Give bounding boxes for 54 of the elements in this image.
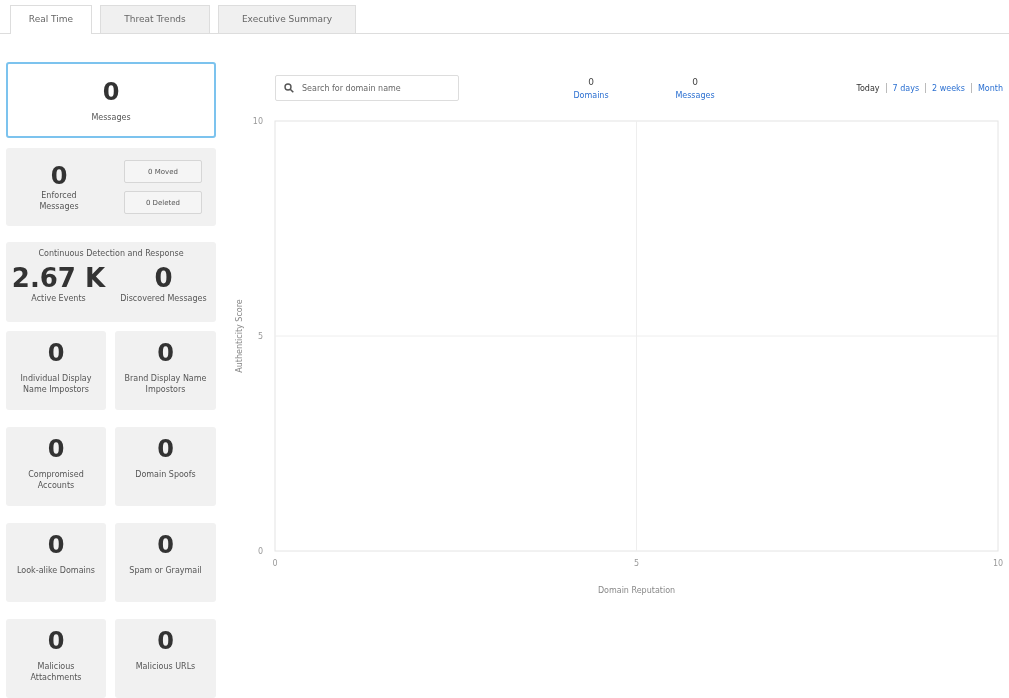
stat-label: Compromised Accounts xyxy=(27,469,85,491)
stat-value: 0 xyxy=(157,627,174,655)
tick-label: 10 xyxy=(252,117,263,126)
card-title: Continuous Detection and Response xyxy=(38,248,184,259)
stat-value: 0 xyxy=(50,162,68,190)
tab[interactable]: Threat Trends xyxy=(100,5,210,33)
tab[interactable]: Executive Summary xyxy=(218,5,356,33)
stat-card[interactable]: 0 Malicious URLs xyxy=(115,619,216,698)
stat-card[interactable]: 0 Spam or Graymail xyxy=(115,523,216,602)
stat-label: Look-alike Domains xyxy=(17,565,95,576)
stat-label: Active Events xyxy=(31,293,86,304)
stat-label: Brand Display Name Impostors xyxy=(123,373,208,395)
stat-card[interactable]: 0 Compromised Accounts xyxy=(6,427,106,506)
axis-title: Authenticity Score xyxy=(235,299,244,373)
stat-value: 0 xyxy=(47,339,65,367)
stat-card[interactable]: 0 Domain Spoofs xyxy=(115,427,216,506)
tick-label: 0 xyxy=(257,547,263,556)
count-link[interactable]: Domains xyxy=(573,90,609,100)
tick-label: 5 xyxy=(633,559,640,568)
count-value: 0 xyxy=(692,76,698,87)
count-value: 0 xyxy=(588,76,594,87)
range-link[interactable]: 2 weeks xyxy=(932,83,965,93)
range-link[interactable]: 7 days xyxy=(892,83,920,93)
stat-card[interactable]: 0 Malicious Attachments xyxy=(6,619,106,698)
stat-label: Messages xyxy=(91,111,131,123)
stat-value: 0 xyxy=(157,531,174,559)
stat-label: Discovered Messages xyxy=(120,293,207,304)
stat-label: Individual Display Name Impostors xyxy=(19,373,93,395)
stat-value: 0 xyxy=(47,627,65,655)
stat-label: Enforced Messages xyxy=(38,190,80,212)
stat-card[interactable]: 0 Brand Display Name Impostors xyxy=(115,331,216,410)
count-link[interactable]: Messages xyxy=(675,90,715,100)
stat-card[interactable]: 0 Individual Display Name Impostors xyxy=(6,331,106,410)
stat-value: 0 xyxy=(154,263,173,293)
stat-label: Malicious Attachments xyxy=(29,661,83,683)
search-field[interactable]: Search for domain name xyxy=(275,75,459,101)
tick-label: 5 xyxy=(257,332,263,341)
tab[interactable]: Real Time xyxy=(10,5,92,34)
stat-value: 0 xyxy=(102,77,120,106)
range-link[interactable]: Month xyxy=(977,83,1003,93)
stat-card[interactable]: 0 Messages xyxy=(6,62,216,138)
stat-label: Spam or Graymail xyxy=(129,565,202,576)
stat-value: 0 xyxy=(157,435,174,463)
stat-value: 2.67 K xyxy=(11,263,106,293)
axis-title: Domain Reputation xyxy=(597,586,676,595)
stat-value: 0 xyxy=(157,339,174,367)
stat-label: Domain Spoofs xyxy=(135,469,196,480)
stat-value: 0 xyxy=(47,435,65,463)
stat-label: Malicious URLs xyxy=(135,661,196,672)
range-link[interactable]: Today xyxy=(856,83,880,93)
stat-value: 0 xyxy=(47,531,65,559)
stat-card[interactable]: 0 Look-alike Domains xyxy=(6,523,106,602)
tick-label: 10 xyxy=(992,559,1004,568)
tick-label: 0 xyxy=(272,559,278,568)
